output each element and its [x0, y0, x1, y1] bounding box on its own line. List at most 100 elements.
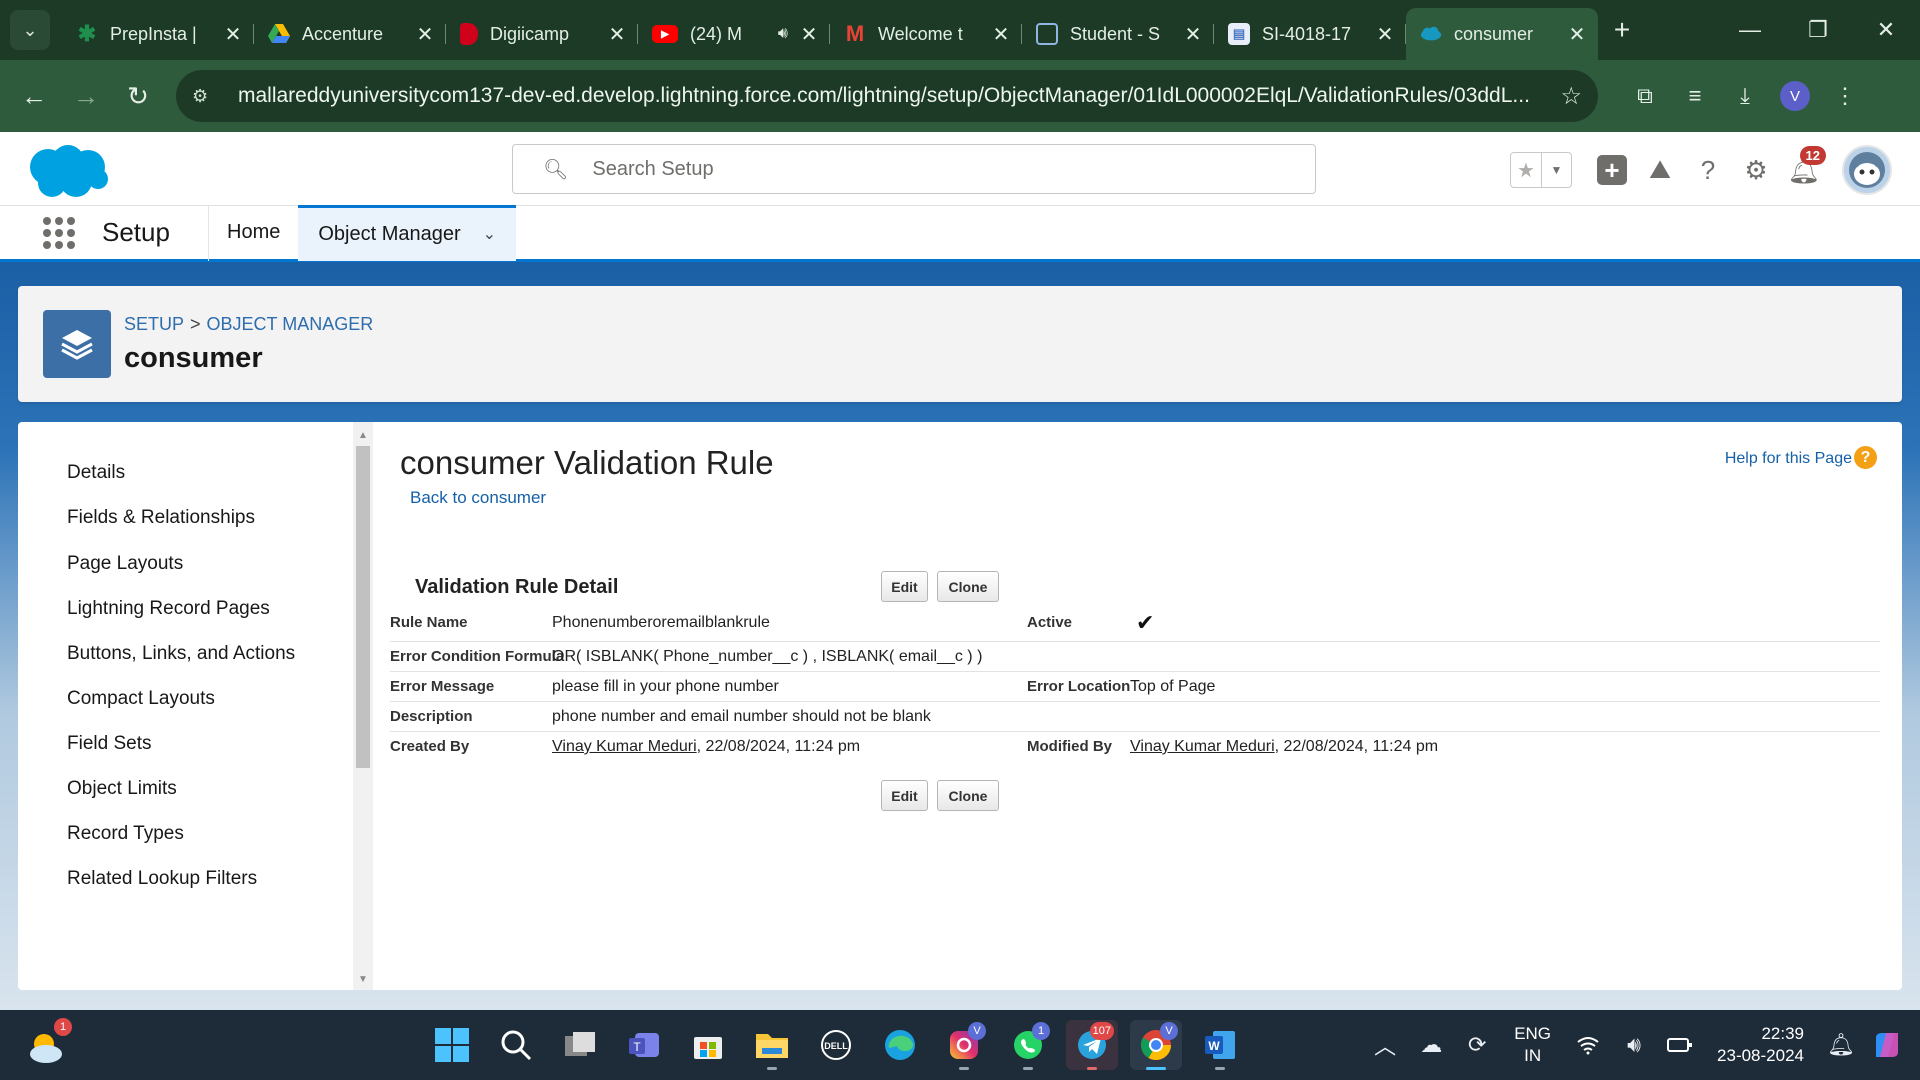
edge-icon[interactable] — [874, 1020, 926, 1070]
address-bar[interactable]: ⚙ mallareddyuniversitycom137-dev-ed.deve… — [176, 70, 1598, 122]
browser-tab-active[interactable]: consumer ✕ — [1406, 8, 1598, 60]
favorites-button[interactable]: ★ ▼ — [1510, 152, 1572, 188]
notifications-bell-icon[interactable]: 🔔︎ 12 — [1780, 146, 1828, 194]
close-icon[interactable]: ✕ — [990, 22, 1012, 47]
help-for-this-page-link[interactable]: Help for this Page — [1725, 450, 1852, 468]
browser-tab[interactable]: Digiicamp ✕ — [446, 12, 638, 56]
forward-arrow-icon[interactable]: → — [66, 76, 106, 116]
detail-row: Description phone number and email numbe… — [390, 702, 1880, 732]
whatsapp-icon[interactable]: 1 — [1002, 1020, 1054, 1070]
help-question-icon[interactable]: ? — [1854, 446, 1877, 469]
sidebar-item-fields-relationships[interactable]: Fields & Relationships — [67, 507, 255, 529]
nav-object-manager[interactable]: Object Manager ⌄ — [298, 204, 517, 261]
sidebar-item-related-lookup-filters[interactable]: Related Lookup Filters — [67, 868, 257, 890]
browser-tab[interactable]: M Welcome t ✕ — [830, 12, 1022, 56]
bookmark-star-icon[interactable]: ☆ — [1560, 82, 1582, 111]
help-icon[interactable]: ? — [1684, 146, 1732, 194]
chrome-icon[interactable]: V — [1130, 1020, 1182, 1070]
profile-button[interactable]: V — [1770, 76, 1820, 116]
edit-button-bottom[interactable]: Edit — [881, 780, 928, 811]
volume-icon[interactable]: 🔊︎ — [1611, 1032, 1657, 1058]
language-indicator[interactable]: ENG IN — [1514, 1023, 1551, 1067]
new-tab-button[interactable]: + — [1602, 10, 1642, 50]
clone-button-top[interactable]: Clone — [937, 571, 999, 602]
breadcrumb-setup-link[interactable]: SETUP — [124, 314, 184, 334]
browser-tab[interactable]: Student - S ✕ — [1022, 12, 1214, 56]
word-icon[interactable]: W — [1194, 1020, 1246, 1070]
sidebar-item-compact-layouts[interactable]: Compact Layouts — [67, 688, 215, 710]
dell-icon[interactable]: DELL — [810, 1020, 862, 1070]
site-info-icon[interactable]: ⚙ — [192, 86, 220, 107]
sync-icon[interactable]: ⟳ — [1454, 1032, 1500, 1058]
created-by-user-link[interactable]: Vinay Kumar Meduri — [552, 738, 697, 755]
download-icon[interactable]: ⤓ — [1720, 76, 1770, 116]
start-button[interactable] — [426, 1020, 478, 1070]
user-avatar[interactable] — [1842, 145, 1892, 195]
app-launcher-icon[interactable] — [40, 214, 78, 252]
restore-icon[interactable]: ❐ — [1784, 0, 1852, 60]
sidebar-item-page-layouts[interactable]: Page Layouts — [67, 553, 183, 575]
salesforce-logo[interactable] — [24, 141, 110, 201]
clone-button-bottom[interactable]: Clone — [937, 780, 999, 811]
close-window-icon[interactable]: ✕ — [1852, 0, 1920, 60]
sidebar-item-buttons-links-actions[interactable]: Buttons, Links, and Actions — [67, 643, 295, 665]
browser-tab[interactable]: ▶ (24) M 🔊︎ ✕ — [638, 12, 830, 56]
wifi-icon[interactable] — [1565, 1035, 1611, 1055]
battery-icon[interactable] — [1657, 1037, 1703, 1053]
close-icon[interactable]: ✕ — [798, 22, 820, 47]
teams-icon[interactable]: T — [618, 1020, 670, 1070]
close-icon[interactable]: ✕ — [222, 22, 244, 47]
speaker-icon[interactable]: 🔊︎ — [778, 25, 788, 43]
setup-search-input[interactable]: 🔍︎ Search Setup — [512, 144, 1316, 194]
show-hidden-icons-chevron-icon[interactable]: ︿ — [1362, 1029, 1408, 1061]
back-to-consumer-link[interactable]: Back to consumer — [410, 488, 546, 508]
close-icon[interactable]: ✕ — [1374, 22, 1396, 47]
extensions-icon[interactable]: ⧉ — [1620, 76, 1670, 116]
instagram-icon[interactable]: V — [938, 1020, 990, 1070]
browser-tab[interactable]: ▤ SI-4018-17 ✕ — [1214, 12, 1406, 56]
copilot-icon[interactable] — [1864, 1030, 1910, 1060]
file-explorer-icon[interactable] — [746, 1020, 798, 1070]
weather-badge: 1 — [54, 1018, 72, 1036]
scroll-up-arrow-icon[interactable]: ▲ — [353, 426, 373, 444]
nav-home[interactable]: Home — [209, 205, 298, 261]
sidebar-item-details[interactable]: Details — [67, 462, 125, 484]
close-icon[interactable]: ✕ — [1182, 22, 1204, 47]
close-icon[interactable]: ✕ — [1566, 22, 1588, 47]
sidebar-scrollbar[interactable]: ▲ ▼ — [353, 422, 373, 990]
reload-icon[interactable]: ↻ — [118, 76, 158, 116]
sidebar-item-object-limits[interactable]: Object Limits — [67, 778, 177, 800]
telegram-icon[interactable]: 107 — [1066, 1020, 1118, 1070]
setup-nav-bar: Setup Home Object Manager ⌄ — [0, 204, 1920, 262]
weather-widget[interactable]: 1 — [26, 1018, 72, 1066]
scroll-thumb[interactable] — [356, 446, 370, 768]
search-icon[interactable] — [490, 1020, 542, 1070]
more-menu-icon[interactable]: ⋮ — [1820, 76, 1870, 116]
setup-gear-icon[interactable]: ⚙ — [1732, 146, 1780, 194]
browser-tab[interactable]: Accenture ✕ — [254, 12, 446, 56]
caret-down-icon: ▼ — [1541, 153, 1571, 187]
task-view-icon[interactable] — [554, 1020, 606, 1070]
back-arrow-icon[interactable]: ← — [14, 76, 54, 116]
clock[interactable]: 22:39 23-08-2024 — [1717, 1023, 1804, 1067]
close-icon[interactable]: ✕ — [606, 22, 628, 47]
edit-button-top[interactable]: Edit — [881, 571, 928, 602]
scroll-down-arrow-icon[interactable]: ▼ — [353, 970, 373, 988]
minimize-icon[interactable]: — — [1716, 0, 1784, 60]
trailhead-icon[interactable]: ⛰ — [1636, 146, 1684, 194]
browser-tab[interactable]: ✱ PrepInsta | ✕ — [62, 12, 254, 56]
sidebar-item-field-sets[interactable]: Field Sets — [67, 733, 151, 755]
modified-by-user-link[interactable]: Vinay Kumar Meduri — [1130, 738, 1275, 755]
notification-bell-icon[interactable]: 🔔︎ — [1818, 1032, 1864, 1058]
onedrive-cloud-icon[interactable]: ☁ — [1408, 1032, 1454, 1058]
global-actions-button[interactable]: + — [1588, 146, 1636, 194]
reading-list-icon[interactable]: ≡ — [1670, 76, 1720, 116]
sidebar-item-record-types[interactable]: Record Types — [67, 823, 184, 845]
sidebar-item-lightning-record-pages[interactable]: Lightning Record Pages — [67, 598, 270, 620]
chevron-down-icon[interactable]: ⌄ — [483, 224, 496, 244]
formula-value: OR( ISBLANK( Phone_number__c ) , ISBLANK… — [552, 648, 983, 665]
close-icon[interactable]: ✕ — [414, 22, 436, 47]
tab-search-button[interactable]: ⌄ — [10, 10, 50, 50]
breadcrumb-object-manager-link[interactable]: OBJECT MANAGER — [207, 314, 374, 334]
microsoft-store-icon[interactable] — [682, 1020, 734, 1070]
